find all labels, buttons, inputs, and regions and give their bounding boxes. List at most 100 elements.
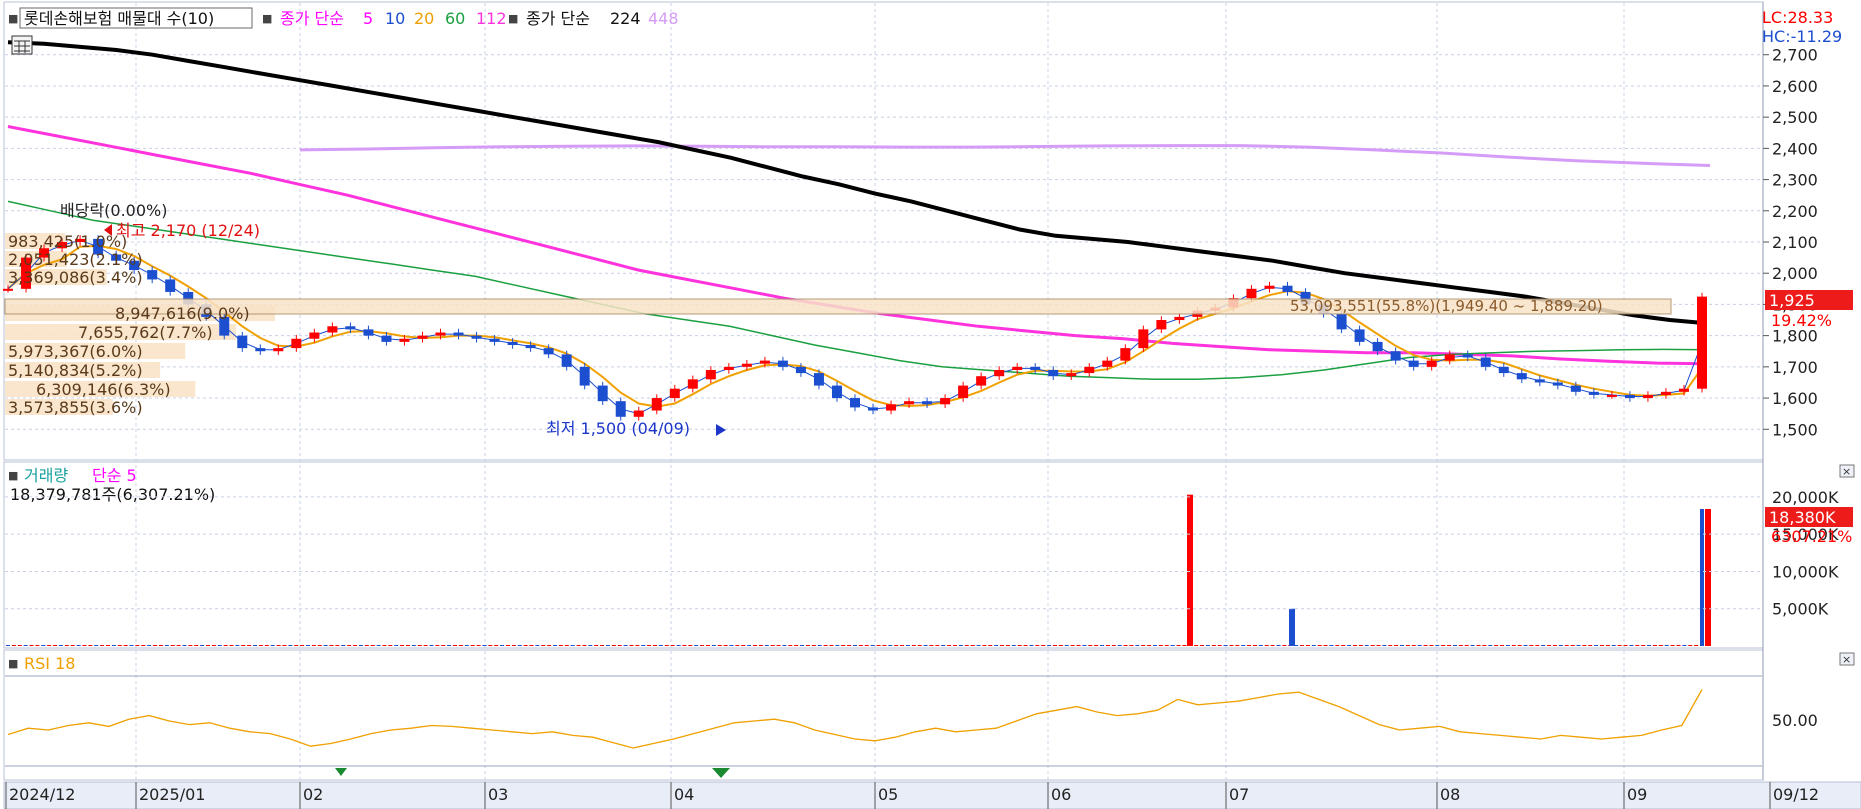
price-tick-label: 2,200 bbox=[1772, 202, 1818, 221]
svg-text:×: × bbox=[1842, 465, 1851, 478]
legend-ma60: 60 bbox=[445, 9, 465, 28]
volume-bar bbox=[1258, 645, 1263, 646]
volume-bar bbox=[794, 645, 799, 646]
volume-bar bbox=[717, 645, 722, 646]
volume-bar bbox=[1247, 645, 1252, 646]
candle-body bbox=[777, 360, 788, 367]
volume-bar bbox=[500, 645, 505, 646]
volume-bar bbox=[576, 645, 581, 646]
volume-bar bbox=[447, 645, 452, 646]
volume-bar bbox=[388, 645, 393, 646]
volume-bar bbox=[741, 645, 746, 646]
volume-spike-bar bbox=[1289, 608, 1295, 646]
volume-bar bbox=[517, 645, 522, 646]
price-tick-label: 2,000 bbox=[1772, 264, 1818, 283]
volume-bar bbox=[164, 645, 169, 646]
volume-bar bbox=[523, 645, 528, 646]
volume-bar bbox=[964, 645, 969, 646]
volume-bar bbox=[411, 645, 416, 646]
volume-bar bbox=[435, 645, 440, 646]
candle-body bbox=[1066, 373, 1077, 377]
volume-bar bbox=[1535, 645, 1540, 646]
candle-body bbox=[687, 379, 698, 389]
candle-body bbox=[1012, 366, 1023, 370]
volume-bar bbox=[117, 645, 122, 646]
volume-bar bbox=[453, 645, 458, 646]
volume-bar bbox=[535, 645, 540, 646]
candle-body bbox=[1084, 366, 1095, 374]
rsi-close-icon[interactable]: × bbox=[1839, 652, 1855, 666]
candle-body bbox=[1642, 394, 1653, 399]
volume-bar bbox=[1447, 645, 1452, 646]
volume-bar bbox=[1500, 645, 1505, 646]
volume-bar bbox=[70, 645, 75, 646]
volume-icon: ■ bbox=[8, 469, 18, 482]
volume-bar bbox=[788, 645, 793, 646]
volume-bar bbox=[829, 645, 834, 646]
volume-bar bbox=[11, 645, 16, 646]
volume-bar bbox=[1376, 645, 1381, 646]
volume-bar bbox=[1341, 645, 1346, 646]
volume-bar bbox=[1641, 645, 1646, 646]
volume-bar bbox=[1358, 645, 1363, 646]
volume-bar bbox=[594, 645, 599, 646]
candle-body bbox=[1282, 285, 1293, 292]
candle-body bbox=[633, 410, 644, 417]
volume-close-icon[interactable]: × bbox=[1839, 464, 1855, 478]
volume-bar bbox=[1441, 645, 1446, 646]
volume-bar bbox=[205, 645, 210, 646]
volume-bar bbox=[1070, 645, 1075, 646]
volume-bar bbox=[958, 645, 963, 646]
volume-bar bbox=[288, 645, 293, 646]
legend-ma448: 448 bbox=[648, 9, 679, 28]
calculator-icon[interactable] bbox=[11, 35, 33, 55]
volume-info: 18,379,781주(6,307.21%) bbox=[10, 485, 215, 504]
candle-body bbox=[291, 338, 302, 349]
price-tick-label: 1,500 bbox=[1772, 420, 1818, 439]
volume-bar bbox=[229, 645, 234, 646]
volume-bar bbox=[1135, 645, 1140, 646]
legend-ma224: 224 bbox=[610, 9, 641, 28]
x-tick-label: 06 bbox=[1051, 785, 1071, 804]
candle-body bbox=[1462, 354, 1473, 358]
candle-body bbox=[3, 288, 13, 291]
volume-bar bbox=[488, 645, 493, 646]
highlight-band-label: 53,093,551(55.8%)(1,949.40 ~ 1,889.20) bbox=[1290, 297, 1603, 315]
volume-bar bbox=[511, 645, 516, 646]
volume-bar bbox=[1035, 645, 1040, 646]
candle-body bbox=[1408, 360, 1419, 367]
volume-bar bbox=[1635, 645, 1640, 646]
volume-bar bbox=[317, 645, 322, 646]
volume-bar bbox=[1347, 645, 1352, 646]
price-panel-frame bbox=[3, 1, 1764, 461]
candle-body bbox=[1372, 341, 1383, 352]
volume-bar bbox=[1611, 645, 1616, 646]
volume-bar bbox=[1552, 645, 1557, 646]
volume-bar bbox=[194, 645, 199, 646]
volume-bar bbox=[1688, 645, 1693, 646]
rsi-panel-frame bbox=[3, 649, 1764, 781]
volume-bar bbox=[847, 645, 852, 646]
candle-body bbox=[1588, 391, 1599, 395]
volume-bar bbox=[300, 645, 305, 646]
volume-bar bbox=[547, 645, 552, 646]
candle-body bbox=[1660, 391, 1671, 395]
volume-bar bbox=[417, 645, 422, 646]
volume-bar bbox=[305, 645, 310, 646]
volume-bar bbox=[1105, 645, 1110, 646]
volume-bar bbox=[617, 645, 622, 646]
volume-profile-label: 3,369,086(3.4%) bbox=[8, 268, 143, 287]
volume-bar bbox=[1464, 645, 1469, 646]
candle-body bbox=[327, 326, 338, 333]
candle-body bbox=[741, 363, 752, 367]
volume-bar bbox=[676, 645, 681, 646]
volume-bar bbox=[1494, 645, 1499, 646]
volume-bar bbox=[870, 645, 875, 646]
volume-bar bbox=[1200, 645, 1205, 646]
rsi-tick: 50.00 bbox=[1772, 711, 1818, 730]
legend-title[interactable]: 롯데손해보험 매물대 수(10) bbox=[24, 9, 214, 28]
volume-bar bbox=[811, 645, 816, 646]
volume-bar bbox=[241, 645, 246, 646]
candle-body bbox=[543, 348, 554, 355]
volume-bar bbox=[1000, 645, 1005, 646]
